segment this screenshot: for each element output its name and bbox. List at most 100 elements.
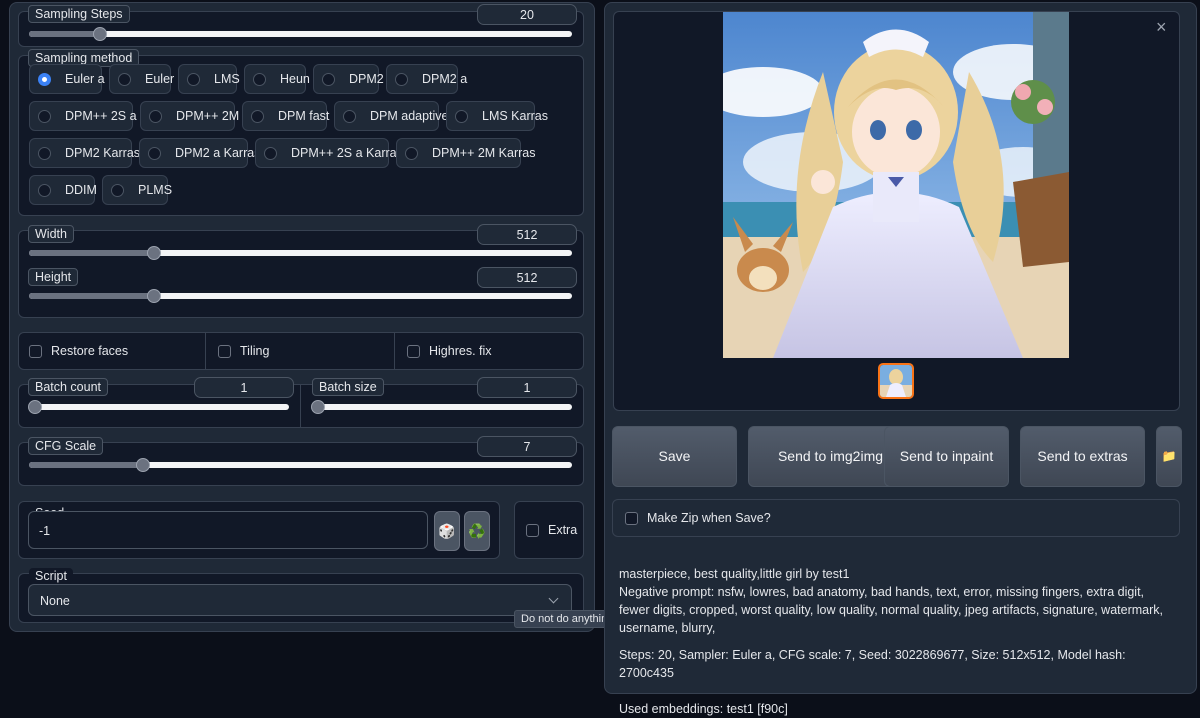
sampling-steps-label: Sampling Steps <box>28 5 130 23</box>
batch-count-label: Batch count <box>28 378 109 396</box>
sampling-method-option-label: Heun <box>280 72 310 86</box>
radio-icon[interactable] <box>455 109 468 123</box>
seed-input[interactable] <box>28 511 428 549</box>
sampling-steps-slider[interactable] <box>29 27 572 41</box>
seed-value: -1 <box>39 524 51 538</box>
save-button[interactable]: Save <box>612 426 737 487</box>
negative-prompt-text: Negative prompt: nsfw, lowres, bad anato… <box>619 585 1163 635</box>
sampling-method-option[interactable]: DPM++ 2M <box>140 101 239 131</box>
radio-icon[interactable] <box>187 72 200 86</box>
sampling-method-option[interactable]: DPM++ 2S a Karras <box>255 138 403 168</box>
script-dropdown[interactable] <box>28 584 572 616</box>
radio-icon[interactable] <box>38 109 51 123</box>
slider-thumb[interactable] <box>92 27 107 41</box>
sampling-method-option[interactable]: Euler a <box>29 64 105 94</box>
height-label: Height <box>28 268 79 286</box>
sampling-method-option-label: Euler a <box>65 72 105 86</box>
height-slider[interactable] <box>29 289 572 303</box>
batch-size-slider[interactable] <box>311 400 572 414</box>
sampling-method-option[interactable]: DPM2 Karras <box>29 138 140 168</box>
sampling-method-option-label: DPM++ 2S a <box>65 109 137 123</box>
send-to-extras-button[interactable]: Send to extras <box>1020 426 1145 487</box>
sampling-method-option[interactable]: DPM++ 2M Karras <box>396 138 536 168</box>
radio-icon[interactable] <box>148 146 161 160</box>
radio-icon[interactable] <box>38 183 51 197</box>
sampling-method-option[interactable]: Euler <box>109 64 175 94</box>
sampling-method-option-label: DPM++ 2M <box>176 109 240 123</box>
width-label: Width <box>28 225 74 243</box>
sampling-method-option-label: DPM++ 2M Karras <box>432 146 536 160</box>
batch-count-input[interactable]: 1 <box>194 377 294 398</box>
radio-icon[interactable] <box>149 109 162 123</box>
sampling-method-option-label: DPM2 Karras <box>65 146 141 160</box>
radio-icon[interactable] <box>405 146 418 160</box>
sampling-method-option-label: DPM2 a <box>422 72 468 86</box>
width-slider[interactable] <box>29 246 572 260</box>
cfg-scale-label: CFG Scale <box>28 437 104 455</box>
folder-icon: 📁 <box>1161 449 1177 463</box>
batch-size-label: Batch size <box>312 378 384 396</box>
sampling-method-option[interactable]: DPM fast <box>242 101 330 131</box>
sampling-method-option-label: LMS Karras <box>482 109 548 123</box>
cfg-scale-slider[interactable] <box>29 458 572 472</box>
restore-faces-checkbox[interactable]: Restore faces <box>29 342 128 360</box>
send-to-inpaint-button[interactable]: Send to inpaint <box>884 426 1009 487</box>
sampling-method-option[interactable]: DPM2 a Karras <box>139 138 260 168</box>
width-input[interactable]: 512 <box>477 224 577 245</box>
radio-icon[interactable] <box>253 72 266 86</box>
embeddings-text: Used embeddings: test1 [f90c] <box>619 702 788 716</box>
sampling-method-option[interactable]: LMS Karras <box>446 101 548 131</box>
make-zip-checkbox[interactable]: Make Zip when Save? <box>625 509 771 527</box>
radio-icon[interactable] <box>322 72 335 86</box>
highres-fix-checkbox[interactable]: Highres. fix <box>407 342 492 360</box>
generated-image[interactable] <box>723 12 1069 358</box>
height-input[interactable]: 512 <box>477 267 577 288</box>
radio-icon[interactable] <box>264 146 277 160</box>
sampling-method-option[interactable]: Heun <box>244 64 310 94</box>
slider-thumb[interactable] <box>146 246 161 260</box>
generation-info: masterpiece, best quality,little girl by… <box>619 565 1171 718</box>
radio-icon[interactable] <box>38 72 51 86</box>
sampling-method-option-label: Euler <box>145 72 175 86</box>
sampling-method-option-label: PLMS <box>138 183 173 197</box>
sampling-method-option[interactable]: DPM adaptive <box>334 101 449 131</box>
sampling-method-option[interactable]: LMS <box>178 64 240 94</box>
sampling-steps-input[interactable]: 20 <box>477 4 577 25</box>
generated-image-art <box>723 12 1069 358</box>
checkbox-icon[interactable] <box>407 345 420 359</box>
checkbox-icon[interactable] <box>526 524 539 538</box>
slider-thumb[interactable] <box>146 289 161 303</box>
sampling-method-option[interactable]: DPM2 <box>313 64 384 94</box>
random-seed-button[interactable]: 🎲 <box>434 511 460 551</box>
sampling-method-option-label: DPM fast <box>278 109 330 123</box>
radio-icon[interactable] <box>118 72 131 86</box>
tiling-label: Tiling <box>240 344 270 358</box>
checkbox-icon[interactable] <box>29 345 42 359</box>
radio-icon[interactable] <box>111 183 124 197</box>
sampling-method-option[interactable]: DDIM <box>29 175 97 205</box>
sampling-method-option[interactable]: DPM2 a <box>386 64 467 94</box>
batch-size-input[interactable]: 1 <box>477 377 577 398</box>
open-folder-button[interactable]: 📁 <box>1156 426 1182 487</box>
slider-thumb[interactable] <box>28 400 42 414</box>
slider-thumb[interactable] <box>311 400 325 414</box>
gallery-thumbnail[interactable] <box>878 363 914 399</box>
radio-icon[interactable] <box>343 109 356 123</box>
batch-count-slider[interactable] <box>28 400 289 414</box>
reuse-seed-button[interactable]: ♻️ <box>464 511 490 551</box>
sampling-method-option-label: DPM2 <box>349 72 384 86</box>
close-icon[interactable]: × <box>1156 18 1167 36</box>
checkbox-icon[interactable] <box>625 512 638 526</box>
checkbox-icon[interactable] <box>218 345 231 359</box>
radio-icon[interactable] <box>38 146 51 160</box>
sampling-method-option[interactable]: DPM++ 2S a <box>29 101 137 131</box>
radio-icon[interactable] <box>251 109 264 123</box>
tiling-checkbox[interactable]: Tiling <box>218 342 269 360</box>
dice-icon: 🎲 <box>438 522 456 539</box>
parameters-text: Steps: 20, Sampler: Euler a, CFG scale: … <box>619 648 1126 680</box>
slider-thumb[interactable] <box>136 458 151 472</box>
radio-icon[interactable] <box>395 72 408 86</box>
sampling-method-option[interactable]: PLMS <box>102 175 172 205</box>
cfg-scale-input[interactable]: 7 <box>477 436 577 457</box>
extra-checkbox[interactable]: Extra <box>526 521 577 539</box>
